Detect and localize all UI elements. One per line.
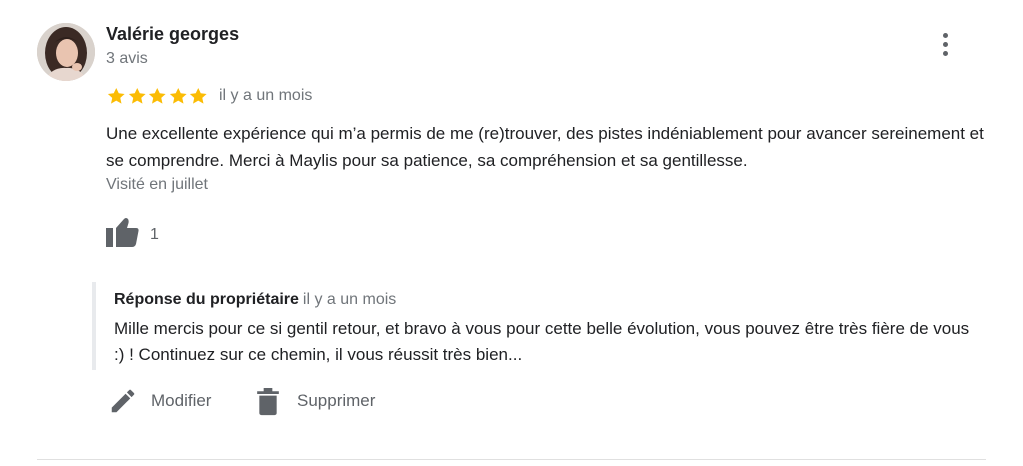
edit-reply-label: Modifier — [151, 391, 212, 410]
owner-reply: Réponse du propriétaire il y a un mois Mi… — [92, 282, 996, 370]
author-review-count: 3 avis — [106, 50, 148, 67]
thumb-up-icon — [106, 218, 139, 247]
avatar[interactable] — [37, 23, 95, 81]
delete-reply-button[interactable]: Supprimer — [255, 384, 375, 418]
pencil-icon — [108, 386, 138, 416]
owner-reply-text: Mille mercis pour ce si gentil retour, e… — [114, 319, 970, 364]
star-icon — [106, 85, 127, 107]
review-date: il y a un mois — [219, 87, 313, 104]
visited-date: Visité en juillet — [106, 176, 208, 193]
owner-reply-header: Réponse du propriétaire il y a un mois — [114, 291, 396, 309]
owner-reply-label: Réponse du propriétaire — [114, 291, 299, 308]
star-icon — [188, 85, 209, 107]
author-name[interactable]: Valérie georges — [106, 24, 239, 45]
edit-reply-button[interactable]: Modifier — [108, 384, 211, 418]
trash-icon — [255, 385, 281, 417]
star-icon — [147, 85, 168, 107]
delete-reply-label: Supprimer — [297, 391, 376, 410]
star-icon — [127, 85, 148, 107]
owner-reply-date: il y a un mois — [302, 291, 397, 308]
star-icon — [168, 85, 189, 107]
more-options-button[interactable] — [932, 28, 960, 62]
review-text: Une excellente expérience qui m’a permis… — [106, 124, 984, 170]
like-button[interactable] — [104, 216, 144, 250]
divider — [37, 459, 986, 460]
star-rating — [106, 85, 209, 107]
review-card: Valérie georges 3 avis il y a un mois Un… — [0, 0, 1023, 466]
like-count: 1 — [150, 226, 159, 243]
